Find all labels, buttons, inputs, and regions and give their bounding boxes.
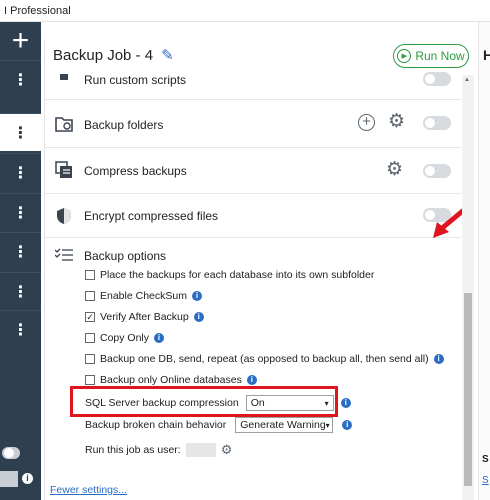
folder-icon (55, 115, 73, 133)
chain-select[interactable]: Generate Warning ▾ (235, 417, 334, 433)
job-header: Backup Job - 4 ✎ (53, 46, 174, 65)
custom-scripts-toggle[interactable] (423, 72, 451, 86)
scroll-up-icon[interactable]: ▲ (464, 77, 470, 83)
chain-label: Backup broken chain behavior (85, 419, 227, 431)
run-now-button[interactable]: ▶ Run Now (393, 44, 469, 68)
fewer-settings-link[interactable]: Fewer settings... (50, 484, 127, 496)
option-label: Verify After Backup (100, 311, 189, 323)
highlight-box (70, 386, 338, 417)
row-label: Backup folders (84, 118, 164, 132)
info-icon[interactable]: i (433, 354, 444, 364)
row-label: Run custom scripts (84, 73, 187, 87)
right-pane-section: S (482, 454, 489, 465)
right-pane-link[interactable]: S (482, 475, 489, 486)
job-menu-button[interactable]: ⋮ (0, 232, 41, 270)
row-custom-scripts: Run custom scripts (45, 70, 461, 100)
backup-folders-toggle[interactable] (423, 116, 451, 130)
sidebar-box[interactable] (0, 471, 18, 487)
window-title: I Professional (0, 0, 490, 22)
archive-icon (55, 161, 73, 179)
job-menu-button[interactable]: ⋮ (0, 272, 41, 310)
checkbox[interactable] (85, 375, 95, 385)
job-menu-button[interactable]: ⋮ (0, 153, 41, 191)
job-menu-button[interactable]: ⋮ (0, 193, 41, 231)
gear-icon[interactable]: ⚙ (388, 112, 405, 131)
row-encrypt-files: Encrypt compressed files (45, 194, 461, 238)
option-label: Copy Only (100, 332, 150, 344)
sidebar-toggle[interactable] (2, 447, 20, 459)
shield-icon (55, 207, 73, 225)
run-as-setting: Run this job as user: ⚙ (85, 442, 232, 458)
info-icon[interactable]: i (193, 312, 204, 322)
option-one-db[interactable]: Backup one DB, send, repeat (as opposed … (85, 353, 444, 365)
gear-icon[interactable]: ⚙ (386, 160, 403, 179)
row-label: Backup options (84, 249, 167, 263)
play-icon: ▶ (397, 49, 412, 63)
run-as-label: Run this job as user: (85, 444, 181, 456)
checkbox[interactable] (85, 354, 95, 364)
chain-setting: Backup broken chain behavior Generate Wa… (85, 417, 353, 433)
chain-value: Generate Warning (240, 419, 326, 431)
job-menu-button[interactable]: ⋮ (0, 310, 41, 348)
job-menu-button-active[interactable]: ⋮ (0, 113, 41, 151)
info-icon[interactable]: i (340, 398, 351, 408)
row-backup-folders: Backup folders + ⚙ (45, 100, 461, 148)
scrollbar[interactable]: ▲ (462, 75, 474, 500)
option-copy-only[interactable]: Copy Only i (85, 332, 165, 344)
option-checksum[interactable]: Enable CheckSum i (85, 290, 202, 302)
list-icon (55, 246, 73, 264)
chevron-down-icon: ▾ (325, 420, 330, 430)
add-circle-icon[interactable]: + (358, 114, 375, 131)
info-icon[interactable]: i (342, 420, 353, 430)
add-job-button[interactable]: + (0, 22, 41, 60)
row-label: Encrypt compressed files (84, 209, 219, 223)
option-verify[interactable]: ✓ Verify After Backup i (85, 311, 204, 323)
option-subfolder[interactable]: Place the backups for each database into… (85, 269, 374, 281)
right-pane-heading: H (483, 47, 490, 63)
run-now-label: Run Now (415, 49, 465, 63)
gear-icon[interactable]: ⚙ (221, 442, 233, 458)
right-pane: H S S (478, 22, 490, 500)
job-settings-panel: Backup Job - 4 ✎ ▶ Run Now Run custom sc… (45, 40, 469, 500)
option-online-only[interactable]: Backup only Online databases i (85, 374, 257, 386)
job-menu-button[interactable]: ⋮ (0, 60, 41, 98)
info-icon[interactable]: i (154, 333, 165, 343)
option-label: Backup only Online databases (100, 374, 242, 386)
option-label: Place the backups for each database into… (100, 269, 375, 281)
scrollbar-thumb[interactable] (464, 293, 472, 486)
job-sidebar: + ⋮ ⋮ ⋮ ⋮ ⋮ ⋮ ⋮ i (0, 22, 41, 500)
row-compress-backups: Compress backups ⚙ (45, 148, 461, 194)
row-label: Compress backups (84, 164, 187, 178)
checkbox-checked[interactable]: ✓ (85, 312, 95, 322)
run-as-user-value[interactable] (185, 443, 216, 457)
checkbox[interactable] (85, 333, 95, 343)
checkbox[interactable] (85, 270, 95, 280)
checkbox[interactable] (85, 291, 95, 301)
info-icon[interactable]: i (191, 291, 202, 301)
option-label: Backup one DB, send, repeat (as opposed … (100, 353, 429, 365)
page-title: Backup Job - 4 (53, 46, 154, 64)
script-icon (55, 72, 73, 90)
option-label: Enable CheckSum (100, 290, 187, 302)
pencil-icon[interactable]: ✎ (161, 46, 174, 64)
compress-backups-toggle[interactable] (423, 164, 451, 178)
info-icon[interactable]: i (246, 375, 257, 385)
info-icon[interactable]: i (22, 473, 33, 484)
